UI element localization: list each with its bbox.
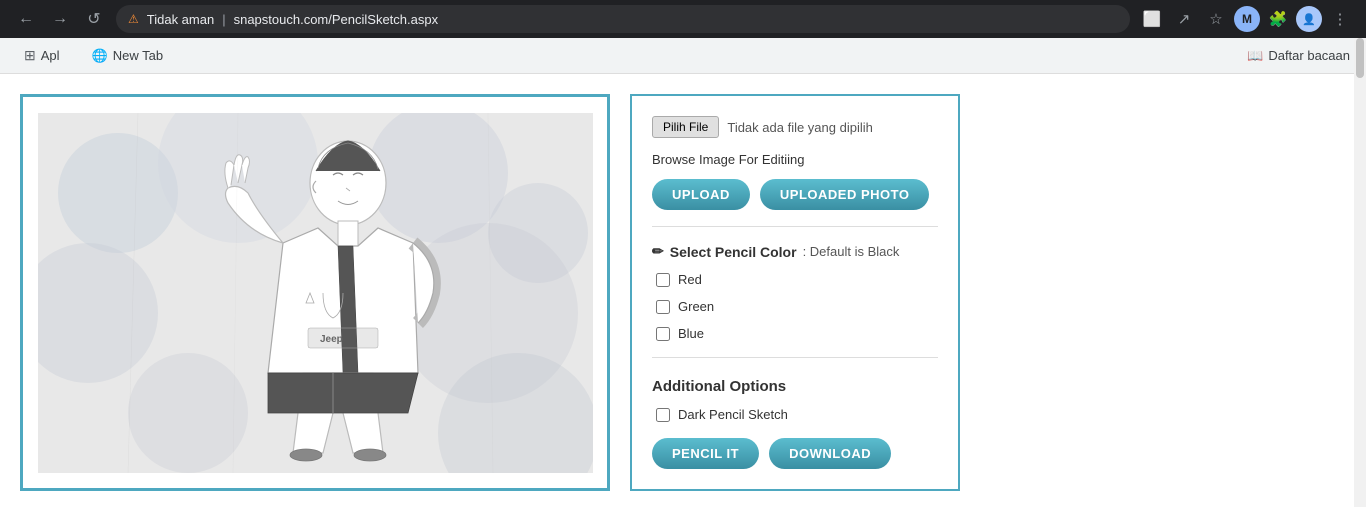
red-label: Red [678, 272, 702, 287]
newtab-bookmark[interactable]: 🌐 New Tab [84, 44, 172, 68]
apps-bookmark[interactable]: ⊞ Apl [16, 43, 68, 68]
avatar-icon[interactable]: 👤 [1296, 6, 1322, 32]
blue-label: Blue [678, 326, 704, 341]
apps-grid-icon: ⊞ [24, 47, 36, 64]
extensions-icon[interactable]: 🧩 [1264, 5, 1292, 33]
image-panel: Jeep [20, 94, 610, 491]
reading-icon: 📖 [1247, 48, 1263, 64]
newtab-label: New Tab [113, 48, 163, 63]
sketch-image: Jeep [38, 113, 593, 473]
pencil-color-subtitle: : Default is Black [803, 244, 900, 259]
apps-label: Apl [41, 48, 60, 63]
security-text: Tidak aman [147, 12, 214, 27]
separator: | [222, 12, 225, 27]
pencil-color-section: ✏ Select Pencil Color : Default is Black [652, 243, 938, 260]
download-button[interactable]: DOWNLOAD [769, 438, 891, 469]
reload-button[interactable]: ↺ [80, 5, 108, 33]
dark-pencil-checkbox[interactable] [656, 408, 670, 422]
green-checkbox-row: Green [656, 299, 938, 314]
file-chooser-row: Pilih File Tidak ada file yang dipilih [652, 116, 938, 138]
browse-label: Browse Image For Editiing [652, 152, 938, 167]
sketch-svg: Jeep [38, 113, 593, 473]
forward-button[interactable]: → [46, 5, 74, 33]
translate-icon[interactable]: ⬜ [1138, 5, 1166, 33]
divider-2 [652, 357, 938, 358]
bookmark-star-icon[interactable]: ☆ [1202, 5, 1230, 33]
options-panel: Pilih File Tidak ada file yang dipilih B… [630, 94, 960, 491]
pencil-icon: ✏ [652, 243, 664, 260]
svg-text:Jeep: Jeep [320, 334, 343, 345]
scrollbar[interactable] [1354, 38, 1366, 507]
pencil-color-title: Select Pencil Color [670, 244, 797, 260]
additional-options-title: Additional Options [652, 378, 938, 395]
share-icon[interactable]: ↗ [1170, 5, 1198, 33]
blue-checkbox-row: Blue [656, 326, 938, 341]
address-bar[interactable]: ⚠ Tidak aman | snapstouch.com/PencilSket… [116, 5, 1130, 33]
browser-chrome: ← → ↺ ⚠ Tidak aman | snapstouch.com/Penc… [0, 0, 1366, 38]
divider-1 [652, 226, 938, 227]
scrollbar-thumb[interactable] [1356, 38, 1364, 78]
green-label: Green [678, 299, 714, 314]
action-row: PENCIL IT DOWNLOAD [652, 438, 938, 469]
menu-icon[interactable]: ⋮ [1326, 5, 1354, 33]
uploaded-photo-button[interactable]: UPLOADED PHOTO [760, 179, 930, 210]
upload-row: UPLOAD UPLOADED PHOTO [652, 179, 938, 210]
url-text: snapstouch.com/PencilSketch.aspx [234, 12, 439, 27]
security-warning: ⚠ [128, 12, 139, 26]
reading-label: Daftar bacaan [1268, 48, 1350, 63]
dark-pencil-label: Dark Pencil Sketch [678, 407, 788, 422]
page-content: Jeep [0, 74, 1366, 511]
back-button[interactable]: ← [12, 5, 40, 33]
dark-pencil-checkbox-row: Dark Pencil Sketch [656, 407, 938, 422]
red-checkbox-row: Red [656, 272, 938, 287]
nav-buttons: ← → ↺ [12, 5, 108, 33]
pencil-it-button[interactable]: PENCIL IT [652, 438, 759, 469]
reading-list[interactable]: 📖 Daftar bacaan [1247, 48, 1350, 64]
toolbar-icons: ⬜ ↗ ☆ M 🧩 👤 ⋮ [1138, 5, 1354, 33]
red-checkbox[interactable] [656, 273, 670, 287]
bookmarks-bar: ⊞ Apl 🌐 New Tab 📖 Daftar bacaan [0, 38, 1366, 74]
file-name-text: Tidak ada file yang dipilih [727, 120, 873, 135]
profile-icon[interactable]: M [1234, 6, 1260, 32]
upload-button[interactable]: UPLOAD [652, 179, 750, 210]
newtab-globe-icon: 🌐 [92, 48, 108, 64]
green-checkbox[interactable] [656, 300, 670, 314]
blue-checkbox[interactable] [656, 327, 670, 341]
choose-file-button[interactable]: Pilih File [652, 116, 719, 138]
